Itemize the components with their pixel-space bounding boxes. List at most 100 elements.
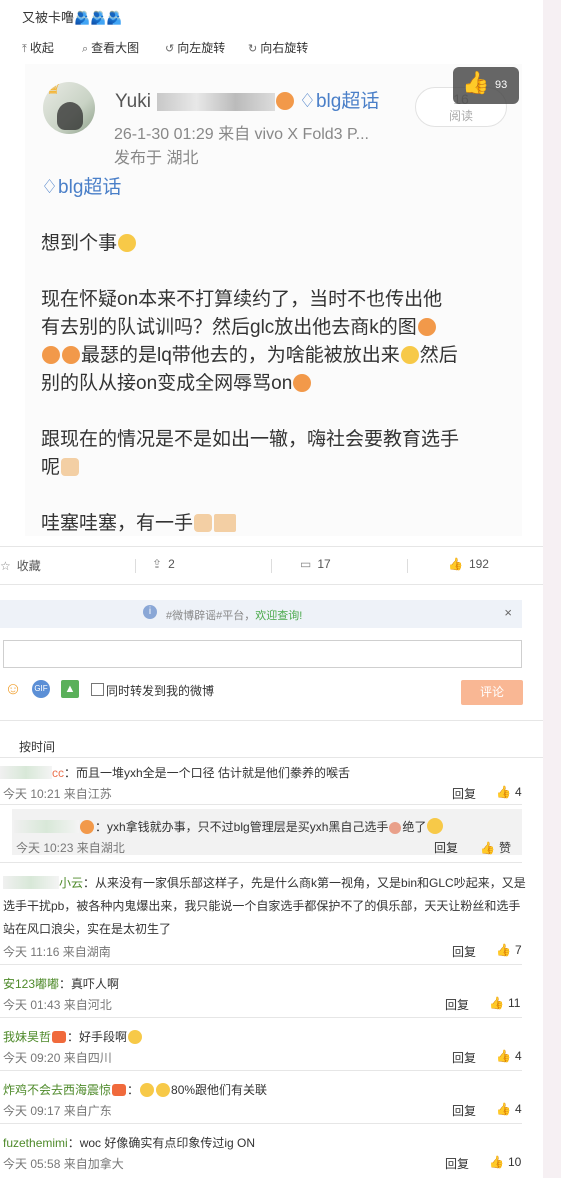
collapse-button[interactable]: ⤒ 收起 xyxy=(22,39,54,56)
emoji-icon xyxy=(62,346,80,364)
thumbs-up-emoji-icon xyxy=(61,458,80,476)
submit-comment-button[interactable]: 评论 xyxy=(461,680,523,705)
thumbs-up-icon: 👍 xyxy=(496,1102,511,1116)
rotate-left-icon: ↺ xyxy=(165,43,175,55)
favorite-button[interactable]: ☆ 收藏 xyxy=(0,557,41,574)
gif-icon[interactable]: GIF xyxy=(32,680,50,698)
comment-user[interactable]: 我妹昊哲 xyxy=(3,1030,51,1044)
comment-meta: 今天 05:58 来自加拿大 xyxy=(3,1157,124,1171)
post-line: 最瑟的是lq带他去的，为啥能被放出来 然后 xyxy=(41,342,458,370)
comment-like-count: 4 xyxy=(514,1102,522,1116)
post-supertopic[interactable]: ♢blg超话 xyxy=(41,174,121,202)
reply-button[interactable]: 回复 xyxy=(445,1155,469,1172)
reply-button[interactable]: 回复 xyxy=(452,943,476,960)
post-location: 发布于 湖北 xyxy=(114,150,199,167)
image-icon[interactable]: ▲ xyxy=(61,680,79,698)
reply-button[interactable]: 回复 xyxy=(452,785,476,802)
comment-like-button[interactable]: 👍 4 xyxy=(496,785,522,799)
like-badge-count: 93 xyxy=(495,79,508,91)
post-line: 想到个事 xyxy=(41,230,137,258)
rotate-left-button[interactable]: ↺ 向左旋转 xyxy=(165,39,225,56)
reply-button[interactable]: 回复 xyxy=(434,839,458,856)
comment-like-button[interactable]: 👍 7 xyxy=(496,943,522,957)
line-text: 哇塞哇塞，有一手 xyxy=(41,513,194,534)
comment-icon: ▭ xyxy=(300,557,312,571)
comment-text: ：yxh拿钱就办事，只不过blg管理层是买yxh黑自己选手 绝了 xyxy=(14,818,444,835)
like-button[interactable]: 👍 192 xyxy=(448,557,489,571)
emoji-picker-icon[interactable]: ☺ xyxy=(4,680,22,698)
post-line: 别的队从接on变成全网辱骂on xyxy=(41,370,312,398)
thumbs-up-icon: 👍 xyxy=(489,996,504,1010)
comment-like-button[interactable]: 👍 10 xyxy=(489,1155,521,1169)
comment-body: ：真吓人啊 xyxy=(59,977,120,991)
comment-like-button[interactable]: 👍 4 xyxy=(496,1102,522,1116)
reply-button[interactable]: 回复 xyxy=(452,1049,476,1066)
comment-text: 我妹昊哲 ：好手段啊 xyxy=(3,1028,143,1045)
comment-user[interactable]: cc xyxy=(52,766,64,780)
emoji-icon xyxy=(140,1083,155,1097)
emoji-icon xyxy=(293,374,312,392)
divider xyxy=(0,546,543,547)
comment-line: 小云：从来没有一家俱乐部这样子，先是什么商k第一视角，又是bin和GLC吵起来，… xyxy=(3,872,528,895)
comment-user[interactable]: 小云 xyxy=(59,876,83,890)
separator xyxy=(271,559,272,573)
line-text: 别的队从接on变成全网辱骂on xyxy=(41,373,293,394)
username-blur xyxy=(156,92,275,111)
notice-link[interactable]: 欢迎查询! xyxy=(255,610,302,622)
comment-like-button[interactable]: 👍 11 xyxy=(489,996,520,1010)
line-text: 呢 xyxy=(41,457,61,478)
thumbs-up-icon: 👍 xyxy=(480,841,495,855)
thumbs-up-icon: 👍 xyxy=(462,70,490,95)
comment-text: 炸鸡不会去西海震惊： 80%跟他们有关联 xyxy=(3,1083,268,1097)
comment-like-count: 10 xyxy=(507,1155,522,1169)
comment-meta: 今天 10:23 来自湖北 xyxy=(16,841,125,855)
thumbs-up-icon: 👍 xyxy=(489,1155,504,1169)
comment-like-count: 11 xyxy=(507,996,521,1010)
avatar-figure xyxy=(57,102,83,130)
rumor-notice: i #微博辟谣#平台，欢迎查询! × xyxy=(0,600,522,628)
comment-user[interactable]: 安123嘟嘟 xyxy=(3,977,59,991)
like-badge[interactable]: 👍 93 xyxy=(453,67,519,104)
notice-prefix: #微博辟谣#平台， xyxy=(166,610,256,622)
post-image[interactable]: ♛ Yuki ♢blg超话 26-1-30 01:29 来自 vivo X Fol… xyxy=(25,64,522,536)
comment-input[interactable] xyxy=(3,640,522,668)
emoji-icon xyxy=(400,346,419,364)
view-large-label: 查看大图 xyxy=(91,41,140,55)
username-blur xyxy=(3,876,59,889)
comment-meta: 今天 10:21 来自江苏 xyxy=(3,787,112,801)
comment-meta: 今天 11:16 来自湖南 xyxy=(3,945,111,959)
comment-user[interactable]: 炸鸡不会去西海震惊 xyxy=(3,1083,111,1097)
emoji-icon xyxy=(427,818,444,834)
comment-like-button[interactable]: 👍 赞 xyxy=(480,839,511,856)
repost-checkbox[interactable] xyxy=(91,683,104,696)
post-time-device: 26-1-30 01:29 来自 vivo X Fold3 P... xyxy=(114,126,369,143)
comment-user[interactable]: fuzethemimi xyxy=(3,1136,68,1150)
comment-like-count: 7 xyxy=(514,943,522,957)
comment-button[interactable]: ▭ 17 xyxy=(300,557,331,571)
post-line: 呢 xyxy=(41,454,80,482)
username-blur xyxy=(14,820,79,833)
divider xyxy=(0,862,522,863)
image-toolbar: ⤒ 收起 ⌕ 查看大图 ↺ 向左旋转 ↻ 向右旋转 xyxy=(0,35,543,57)
close-icon[interactable]: × xyxy=(504,605,512,620)
reply-button[interactable]: 回复 xyxy=(452,1102,476,1119)
username-blur xyxy=(0,766,52,779)
comment-like-button[interactable]: 👍 4 xyxy=(496,1049,522,1063)
comment-like-count: 4 xyxy=(514,1049,522,1063)
view-large-button[interactable]: ⌕ 查看大图 xyxy=(82,39,139,56)
post-line: 跟现在的情况是不是如出一辙，嗨社会要教育选手 xyxy=(41,426,459,454)
page-edge xyxy=(543,0,561,1178)
sort-by-time[interactable]: 按时间 xyxy=(19,738,55,755)
comment-body: ：而且一堆yxh全是一个口径 估计就是他们豢养的喉舌 xyxy=(64,766,351,780)
divider xyxy=(0,804,522,805)
post-username: Yuki ♢blg超话 xyxy=(115,86,379,113)
divider xyxy=(0,1123,522,1124)
comment-meta: 今天 09:20 来自四川 xyxy=(3,1051,112,1065)
emoji-icon xyxy=(275,92,294,110)
reply-button[interactable]: 回复 xyxy=(445,996,469,1013)
rotate-right-button[interactable]: ↻ 向右旋转 xyxy=(248,39,308,56)
username-prefix: Yuki xyxy=(115,91,151,112)
line-text: 想到个事 xyxy=(41,233,118,254)
star-icon: ☆ xyxy=(0,559,11,573)
repost-button[interactable]: ⇪ 2 xyxy=(152,557,175,571)
